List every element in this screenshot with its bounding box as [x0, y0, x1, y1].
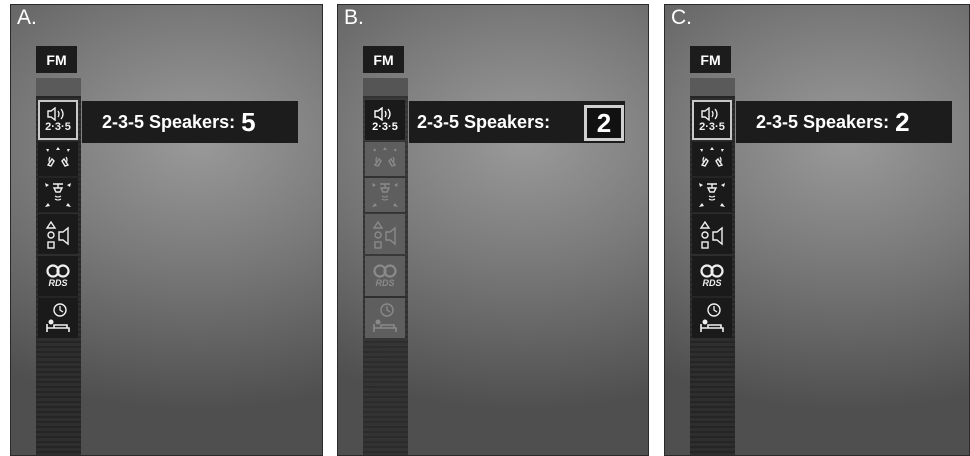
- surround-sound-icon[interactable]: [692, 142, 732, 176]
- setting-bar: 2-3-5 Speakers: 5: [82, 101, 298, 143]
- icon-menu: 2·3·5 RDS: [38, 100, 78, 340]
- speaker-shapes-icon[interactable]: [692, 214, 732, 254]
- speaker-2-3-5-icon[interactable]: 2·3·5: [692, 100, 732, 140]
- icon-menu: 2·3·5 RDS: [365, 100, 405, 340]
- setting-bar: 2-3-5 Speakers: 2: [736, 101, 952, 143]
- sound-position-icon[interactable]: [38, 178, 78, 212]
- panel-a: A. FM 2·3·5 RDS 2-3-5 Speakers: 5: [10, 4, 323, 456]
- speaker-icon-text: 2·3·5: [699, 121, 725, 133]
- menu-rail-top: [690, 78, 735, 96]
- speaker-2-3-5-icon[interactable]: 2·3·5: [365, 100, 405, 140]
- surround-sound-icon[interactable]: [38, 142, 78, 176]
- setting-label: 2-3-5 Speakers:: [756, 111, 890, 132]
- sleep-timer-icon[interactable]: [692, 298, 732, 338]
- setting-value: 2: [895, 106, 910, 137]
- setting-label: 2-3-5 Speakers:: [102, 111, 236, 132]
- speaker-icon-text: 2·3·5: [45, 121, 71, 133]
- sound-position-icon[interactable]: [692, 178, 732, 212]
- rds-icon[interactable]: RDS: [692, 256, 732, 296]
- icon-menu: 2·3·5 RDS: [692, 100, 732, 340]
- speaker-2-3-5-icon[interactable]: 2·3·5: [38, 100, 78, 140]
- speaker-shapes-icon[interactable]: [365, 214, 405, 254]
- source-fm-button[interactable]: FM: [363, 46, 404, 73]
- panel-label: A.: [17, 6, 37, 29]
- speaker-icon-text: 2·3·5: [372, 121, 398, 133]
- rds-icon[interactable]: RDS: [365, 256, 405, 296]
- source-fm-button[interactable]: FM: [36, 46, 77, 73]
- panel-b: B. FM 2·3·5 RDS 2-3-5 Speakers: 2: [337, 4, 649, 456]
- panel-label: C.: [671, 6, 692, 29]
- rds-text: RDS: [375, 278, 395, 288]
- speaker-shapes-icon[interactable]: [38, 214, 78, 254]
- source-fm-button[interactable]: FM: [690, 46, 731, 73]
- surround-sound-icon[interactable]: [365, 142, 405, 176]
- panel-c: C. FM 2·3·5 RDS 2-3-5 Speakers: 2: [664, 4, 970, 456]
- setting-label: 2-3-5 Speakers:: [417, 111, 551, 132]
- sound-position-icon[interactable]: [365, 178, 405, 212]
- menu-rail-top: [363, 78, 408, 96]
- setting-value-selector[interactable]: 2: [584, 105, 624, 141]
- rds-icon[interactable]: RDS: [38, 256, 78, 296]
- panel-label: B.: [344, 6, 364, 29]
- menu-rail-top: [36, 78, 81, 96]
- rds-text: RDS: [48, 278, 68, 288]
- setting-value: 5: [241, 106, 256, 137]
- sleep-timer-icon[interactable]: [365, 298, 405, 338]
- sleep-timer-icon[interactable]: [38, 298, 78, 338]
- rds-text: RDS: [702, 278, 722, 288]
